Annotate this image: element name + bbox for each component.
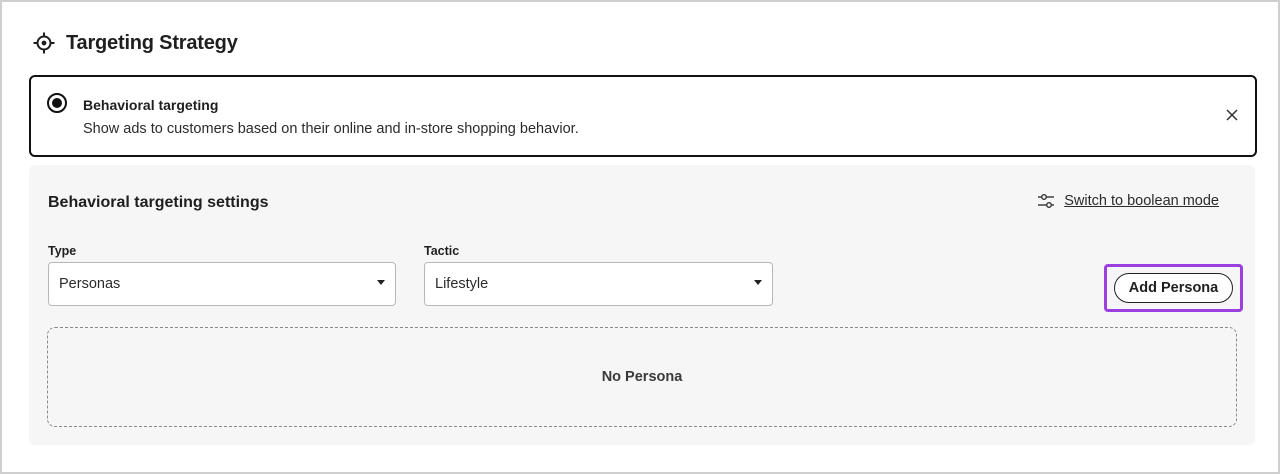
crosshair-icon — [32, 31, 56, 55]
add-persona-highlight: Add Persona — [1104, 264, 1243, 312]
targeting-strategy-section: Targeting Strategy Behavioral targeting … — [0, 0, 1280, 474]
option-description: Show ads to customers based on their onl… — [83, 121, 579, 137]
behavioral-targeting-radio[interactable] — [47, 93, 67, 113]
sliders-icon — [1036, 191, 1056, 211]
switch-to-boolean-mode-link[interactable]: Switch to boolean mode — [1036, 191, 1219, 211]
type-label: Type — [48, 244, 77, 258]
behavioral-targeting-settings-panel: Behavioral targeting settings Switch to … — [29, 165, 1255, 445]
radio-selected-dot — [52, 98, 62, 108]
close-icon[interactable] — [1223, 106, 1241, 124]
type-select-value: Personas — [59, 276, 121, 292]
tactic-label: Tactic — [424, 244, 460, 258]
section-title: Targeting Strategy — [66, 31, 238, 54]
switch-link-label[interactable]: Switch to boolean mode — [1064, 193, 1219, 209]
type-select[interactable]: Personas — [48, 262, 396, 306]
chevron-down-icon — [377, 280, 385, 285]
add-persona-button[interactable]: Add Persona — [1114, 273, 1233, 303]
behavioral-targeting-option[interactable]: Behavioral targeting Show ads to custome… — [29, 75, 1257, 157]
persona-empty-state: No Persona — [47, 327, 1237, 427]
tactic-select[interactable]: Lifestyle — [424, 262, 773, 306]
option-title: Behavioral targeting — [83, 97, 219, 113]
settings-title: Behavioral targeting settings — [48, 194, 269, 211]
empty-state-text: No Persona — [601, 369, 683, 385]
tactic-select-value: Lifestyle — [435, 276, 489, 292]
section-header: Targeting Strategy — [32, 28, 238, 58]
chevron-down-icon — [754, 280, 762, 285]
